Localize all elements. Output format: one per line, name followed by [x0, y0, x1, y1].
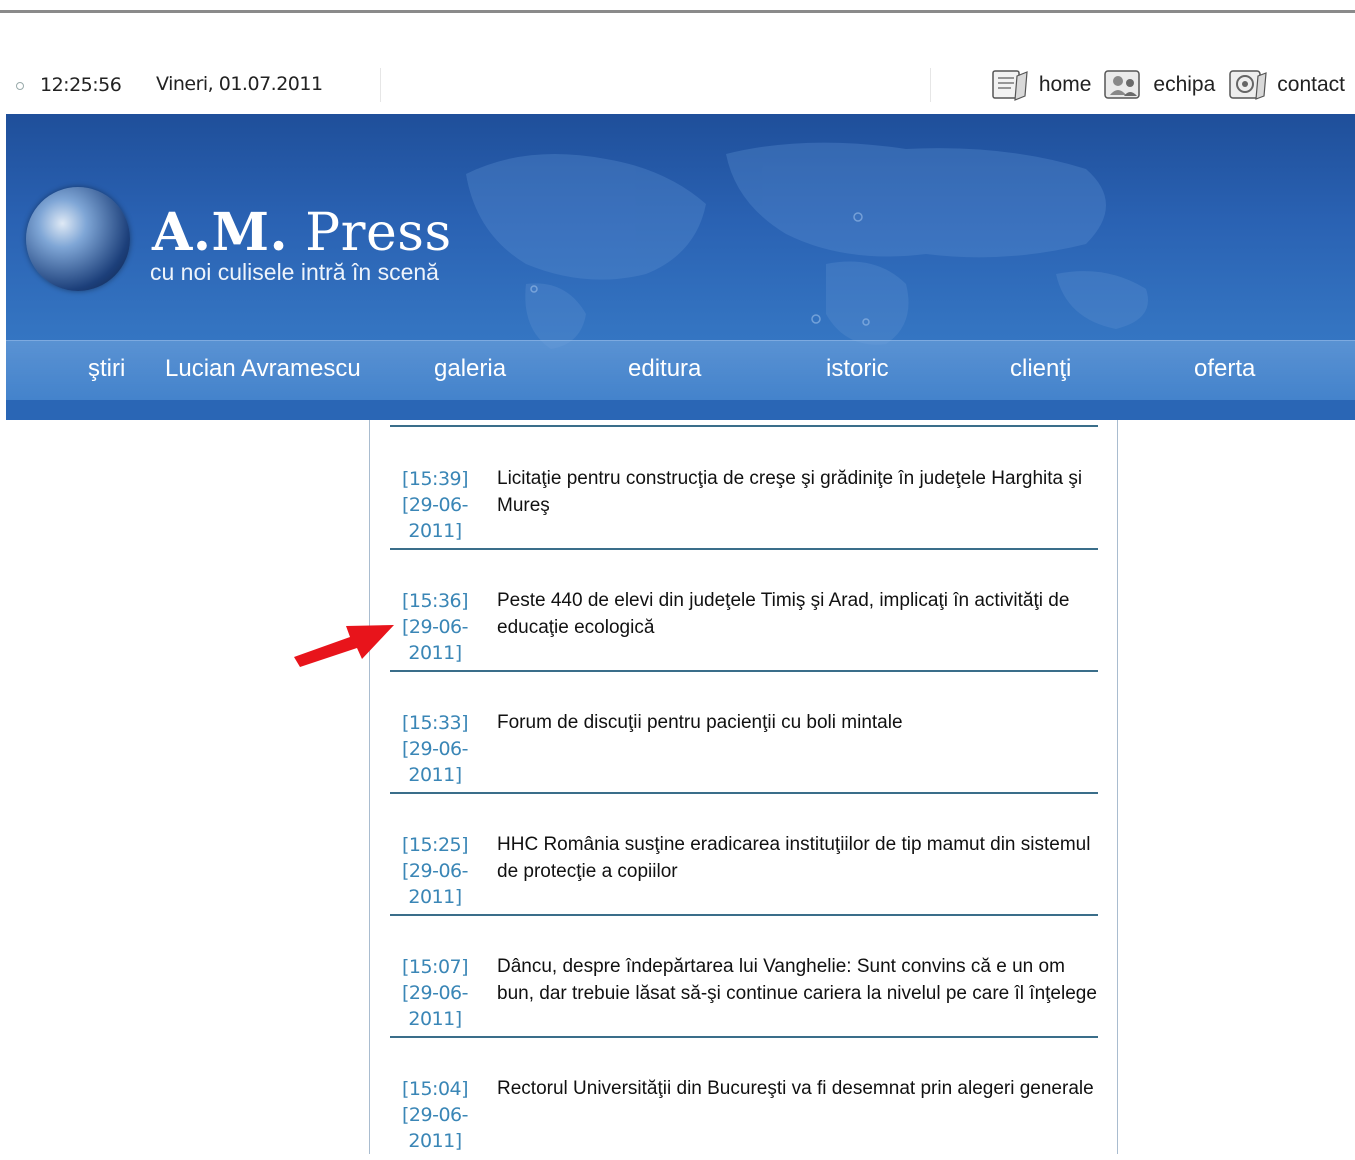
news-timestamp: [15:36] [29-06- 2011] [401, 590, 469, 664]
news-item: [15:39] [29-06- 2011] Licitaţie pentru con… [390, 428, 1098, 550]
nav-stiri[interactable]: ştiri [88, 355, 125, 383]
nav-clienti[interactable]: clienţi [1010, 355, 1071, 383]
news-timestamp: [15:33] [29-06- 2011] [401, 712, 469, 786]
news-headline-link[interactable]: Licitaţie pentru construcţia de creşe şi… [497, 465, 1097, 519]
news-item: [15:07] [29-06- 2011] Dâncu, despre îndepă… [390, 916, 1098, 1038]
news-item: [15:04] [29-06- 2011] Rectorul Universităţ… [390, 1038, 1098, 1160]
contact-link[interactable]: contact [1225, 68, 1345, 102]
news-item: [15:33] [29-06- 2011] Forum de discuţii pe… [390, 672, 1098, 794]
site-banner: A.M. Press cu noi culisele intră în scen… [6, 114, 1355, 420]
news-item: [15:36] [29-06- 2011] Peste 440 de elevi d… [390, 550, 1098, 672]
news-headline-link[interactable]: Rectorul Universităţii din Bucureşti va … [497, 1075, 1097, 1102]
current-time: 12:25:56 [40, 74, 122, 96]
team-icon [1104, 70, 1141, 99]
contact-icon [1229, 70, 1267, 100]
contact-label: contact [1277, 73, 1345, 96]
echipa-label: echipa [1153, 73, 1216, 96]
nav-oferta[interactable]: oferta [1194, 355, 1255, 383]
news-headline-link[interactable]: Forum de discuţii pentru pacienţii cu bo… [497, 709, 1097, 736]
red-arrow-annotation-icon [294, 625, 394, 667]
news-headline-link[interactable]: HHC România susţine eradicarea instituţi… [497, 831, 1097, 885]
news-headline-link[interactable]: Peste 440 de elevi din judeţele Timiş şi… [497, 587, 1097, 641]
news-top-divider [390, 425, 1098, 427]
nav-galeria[interactable]: galeria [434, 355, 506, 383]
globe-logo-icon [26, 187, 130, 291]
news-list: [15:39] [29-06- 2011] Licitaţie pentru con… [369, 420, 1118, 1154]
home-link[interactable]: home [987, 68, 1092, 102]
site-logo-title[interactable]: A.M. Press [152, 202, 452, 263]
news-timestamp: [15:39] [29-06- 2011] [401, 468, 469, 542]
news-timestamp: [15:25] [29-06- 2011] [401, 834, 469, 908]
utility-separator [380, 68, 381, 102]
top-links: home echipa contact [987, 68, 1345, 102]
top-border [0, 10, 1355, 13]
utility-bar: 12:25:56 Vineri, 01.07.2011 home echipa [0, 60, 1355, 110]
news-headline-link[interactable]: Dâncu, despre îndepărtarea lui Vanghelie… [497, 953, 1097, 1007]
home-icon [992, 70, 1028, 101]
utility-separator [930, 68, 931, 102]
main-nav: ştiri Lucian Avramescu galeria editura i… [6, 340, 1355, 401]
news-item: [15:25] [29-06- 2011] HHC România susţine … [390, 794, 1098, 916]
clock-icon [16, 82, 24, 90]
banner-bottom-strip [6, 400, 1355, 420]
current-date: Vineri, 01.07.2011 [156, 73, 323, 95]
nav-istoric[interactable]: istoric [826, 355, 889, 383]
nav-editura[interactable]: editura [628, 355, 701, 383]
nav-lucian-avramescu[interactable]: Lucian Avramescu [165, 355, 361, 383]
site-slogan: cu noi culisele intră în scenă [150, 259, 439, 285]
news-timestamp: [15:04] [29-06- 2011] [401, 1078, 469, 1152]
home-label: home [1038, 73, 1092, 96]
news-timestamp: [15:07] [29-06- 2011] [401, 956, 469, 1030]
echipa-link[interactable]: echipa [1101, 68, 1215, 102]
